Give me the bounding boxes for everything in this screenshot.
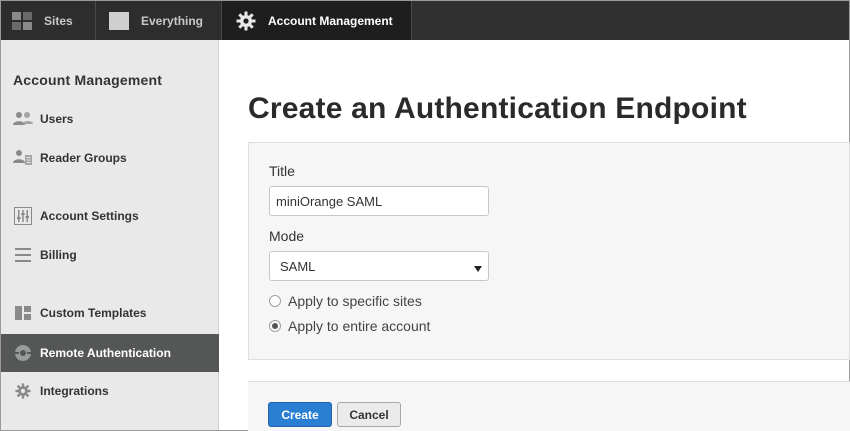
sidebar-item-label: Account Settings [40,209,139,223]
square-icon [109,11,129,31]
mode-select[interactable]: SAML [269,251,489,281]
title-label: Title [269,163,295,179]
title-input[interactable] [269,186,489,216]
sidebar-item-label: Integrations [40,384,109,398]
cancel-button[interactable]: Cancel [337,402,401,427]
radio-button-checked[interactable] [269,320,281,332]
radio-button[interactable] [269,295,281,307]
list-icon [13,245,33,265]
sidebar-heading: Account Management [13,72,163,88]
page-title: Create an Authentication Endpoint [248,92,747,125]
tab-account-management[interactable]: Account Management [222,1,412,40]
sliders-icon [13,206,33,226]
topbar-spacer [412,1,849,40]
top-navigation-bar: Sites Everything Account Management [1,1,849,40]
radio-specific-sites[interactable]: Apply to specific sites [269,293,422,309]
sidebar-item-remote-authentication[interactable]: Remote Authentication [1,334,219,372]
cog-icon [13,381,33,401]
tab-account-management-label: Account Management [268,13,393,28]
form-actions: Create Cancel [248,381,850,431]
endpoint-form: Title Mode SAML Apply to specific sites … [248,142,850,360]
sidebar-item-label: Users [40,112,74,126]
sidebar-item-label: Reader Groups [40,151,127,165]
sidebar-item-label: Remote Authentication [40,346,171,360]
template-icon [13,303,33,323]
sidebar-item-label: Custom Templates [40,306,147,320]
remote-auth-icon [13,343,33,363]
caret-down-icon [474,261,482,276]
sidebar-item-users[interactable]: Users [1,100,219,138]
sidebar-item-integrations[interactable]: Integrations [1,372,219,410]
users-icon [13,109,33,129]
tab-sites-label: Sites [44,13,73,28]
create-button[interactable]: Create [268,402,332,427]
sidebar-item-reader-groups[interactable]: Reader Groups [1,139,219,177]
sidebar: Account Management Users Reader Groups A… [1,40,219,430]
mode-label: Mode [269,228,305,244]
tab-sites[interactable]: Sites [1,1,96,40]
tab-everything[interactable]: Everything [96,1,222,40]
radio-label: Apply to specific sites [288,293,422,309]
tab-everything-label: Everything [141,13,204,28]
grid-icon [12,11,32,31]
reader-groups-icon [13,148,33,168]
main-content: Create an Authentication Endpoint Title … [220,40,850,431]
gear-icon [236,11,256,31]
radio-label: Apply to entire account [288,318,431,334]
radio-dot [272,323,278,329]
sidebar-item-label: Billing [40,248,77,262]
sidebar-item-billing[interactable]: Billing [1,236,219,274]
sidebar-item-custom-templates[interactable]: Custom Templates [1,294,219,332]
radio-entire-account[interactable]: Apply to entire account [269,318,430,334]
sidebar-item-account-settings[interactable]: Account Settings [1,197,219,235]
mode-select-value: SAML [280,258,316,274]
